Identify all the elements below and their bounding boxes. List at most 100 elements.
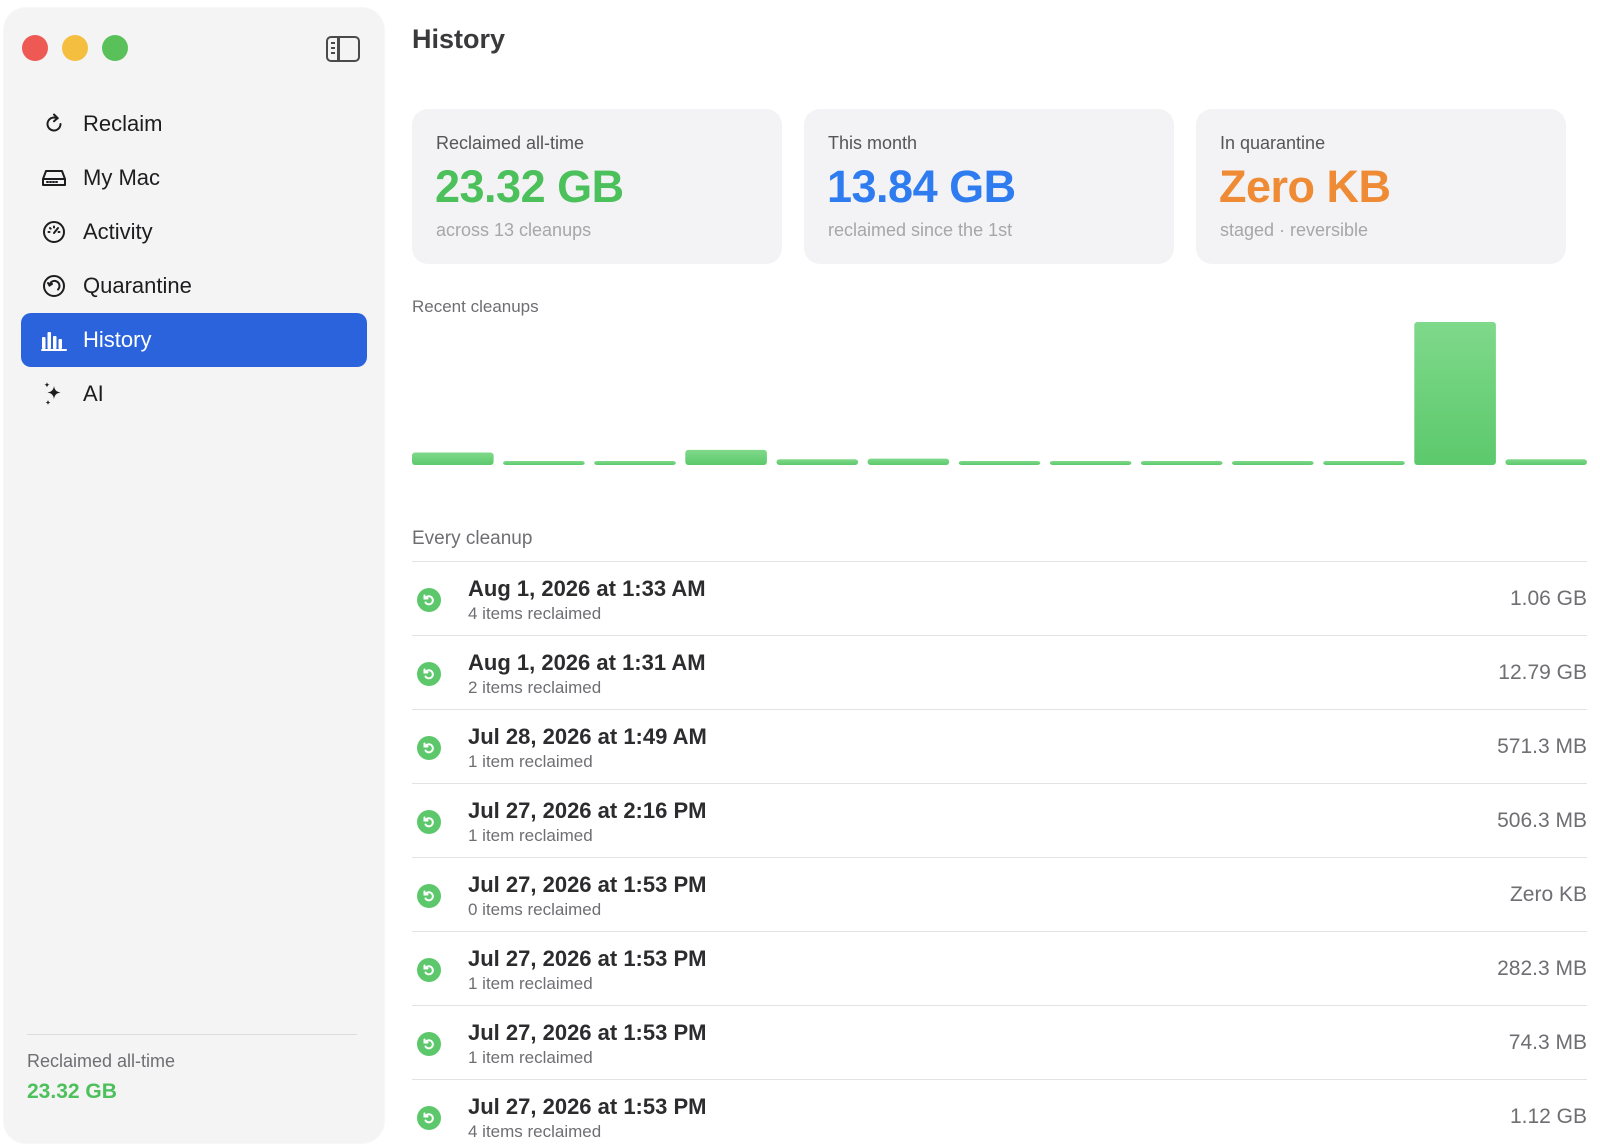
card-value: 23.32 GB <box>435 161 624 212</box>
cleanup-date: Jul 27, 2026 at 1:53 PM <box>468 1020 707 1045</box>
recent-cleanups-label: Recent cleanups <box>412 297 539 316</box>
card-this-month: This month 13.84 GB reclaimed since the … <box>804 109 1174 264</box>
card-in-quarantine: In quarantine Zero KB staged · reversibl… <box>1196 109 1566 264</box>
gauge-icon <box>41 219 67 245</box>
chart-bar[interactable] <box>776 459 859 465</box>
cleanup-size: 1.12 GB <box>1509 1105 1587 1128</box>
chart-bar[interactable] <box>958 461 1041 465</box>
restore-icon <box>417 662 441 686</box>
restore-icon <box>417 588 441 612</box>
page-title: History <box>412 24 506 54</box>
card-subtitle: across 13 cleanups <box>436 220 592 240</box>
cleanup-list: Aug 1, 2026 at 1:33 AM 4 items reclaimed 1… <box>412 561 1587 1147</box>
main-content: History Reclaimed all-time 23.32 GB acro… <box>412 0 1587 1147</box>
sidebar-item-quarantine[interactable]: Quarantine <box>21 259 367 313</box>
cleanup-date: Jul 27, 2026 at 1:53 PM <box>468 872 707 897</box>
bar-chart-icon <box>41 327 67 353</box>
cleanup-date: Jul 27, 2026 at 1:53 PM <box>468 1094 707 1119</box>
cleanup-date: Aug 1, 2026 at 1:31 AM <box>468 650 706 675</box>
sparkles-icon <box>41 381 67 407</box>
cleanup-date: Aug 1, 2026 at 1:33 AM <box>468 576 706 601</box>
chart-bar[interactable] <box>1505 459 1587 465</box>
card-value: 13.84 GB <box>827 161 1016 212</box>
list-item[interactable]: Jul 28, 2026 at 1:49 AM 1 item reclaimed 5… <box>412 709 1587 783</box>
cleanup-date: Jul 28, 2026 at 1:49 AM <box>468 724 707 749</box>
cleanup-size: Zero KB <box>1509 883 1587 906</box>
cleanup-size: 74.3 MB <box>1508 1031 1587 1054</box>
recent-cleanups-chart <box>412 322 1587 466</box>
card-label: Reclaimed all-time <box>436 133 585 153</box>
card-subtitle: reclaimed since the 1st <box>828 220 1013 240</box>
cleanup-size: 12.79 GB <box>1498 661 1587 684</box>
chart-bar[interactable] <box>594 461 676 465</box>
summary-cards: Reclaimed all-time 23.32 GB across 13 cl… <box>412 109 1566 264</box>
cleanup-date: Jul 27, 2026 at 2:16 PM <box>468 798 707 823</box>
chart-bar[interactable] <box>1049 461 1132 465</box>
restore-icon <box>417 736 441 760</box>
list-item[interactable]: Aug 1, 2026 at 1:31 AM 2 items reclaimed 1… <box>412 635 1587 709</box>
list-item[interactable]: Aug 1, 2026 at 1:33 AM 4 items reclaimed 1… <box>412 561 1587 635</box>
chart-bar[interactable] <box>685 449 767 465</box>
card-subtitle: staged · reversible <box>1220 220 1369 240</box>
restore-clock-icon <box>41 273 67 299</box>
cleanup-size: 506.3 MB <box>1497 809 1587 832</box>
list-item[interactable]: Jul 27, 2026 at 1:53 PM 0 items reclaimed… <box>412 857 1587 931</box>
list-item[interactable]: Jul 27, 2026 at 2:16 PM 1 item reclaimed 5… <box>412 783 1587 857</box>
sidebar-toggle-icon[interactable] <box>326 36 360 62</box>
cleanup-date: Jul 27, 2026 at 1:53 PM <box>468 946 707 971</box>
restore-icon <box>417 1106 441 1130</box>
cleanup-count: 0 items reclaimed <box>468 900 602 919</box>
card-value: Zero KB <box>1219 161 1391 212</box>
sidebar-item-reclaim[interactable]: Reclaim <box>21 97 367 151</box>
chart-bar[interactable] <box>503 461 585 465</box>
sidebar-item-ai[interactable]: AI <box>21 367 367 421</box>
zoom-window-button[interactable] <box>102 35 128 61</box>
sidebar-item-label: AI <box>83 381 104 406</box>
refresh-icon <box>41 111 67 137</box>
restore-icon <box>417 958 441 982</box>
cleanup-count: 2 items reclaimed <box>468 678 602 697</box>
list-item[interactable]: Jul 27, 2026 at 1:53 PM 1 item reclaimed 7… <box>412 1005 1587 1079</box>
card-label: In quarantine <box>1220 133 1326 153</box>
cleanup-count: 1 item reclaimed <box>468 752 593 771</box>
sidebar-item-label: My Mac <box>83 165 160 190</box>
sidebar-item-label: Activity <box>83 219 153 244</box>
sidebar-item-activity[interactable]: Activity <box>21 205 367 259</box>
restore-icon <box>417 884 441 908</box>
chart-bar[interactable] <box>1414 322 1496 465</box>
sidebar-item-label: Quarantine <box>83 273 192 298</box>
every-cleanup-label: Every cleanup <box>412 528 533 549</box>
restore-icon <box>417 810 441 834</box>
cleanup-count: 1 item reclaimed <box>468 826 593 845</box>
cleanup-size: 571.3 MB <box>1497 735 1587 758</box>
app-window: Reclaim My Mac Activity Quarantine Histo… <box>0 0 1600 1147</box>
card-label: This month <box>828 133 918 153</box>
cleanup-count: 1 item reclaimed <box>468 974 593 993</box>
sidebar: Reclaim My Mac Activity Quarantine Histo… <box>4 8 384 1143</box>
cleanup-size: 1.06 GB <box>1509 587 1587 610</box>
restore-icon <box>417 1032 441 1056</box>
chart-bar[interactable] <box>1232 461 1314 465</box>
minimize-window-button[interactable] <box>62 35 88 61</box>
card-reclaimed-all-time: Reclaimed all-time 23.32 GB across 13 cl… <box>412 109 782 264</box>
footer-label: Reclaimed all-time <box>27 1051 176 1071</box>
cleanup-count: 4 items reclaimed <box>468 604 602 623</box>
footer-value: 23.32 GB <box>27 1080 117 1103</box>
chart-bar[interactable] <box>1323 461 1405 465</box>
chart-bar[interactable] <box>867 458 950 465</box>
close-window-button[interactable] <box>22 35 48 61</box>
drive-icon <box>41 165 67 191</box>
sidebar-nav: Reclaim My Mac Activity Quarantine Histo… <box>21 97 367 421</box>
chart-bar[interactable] <box>1140 461 1223 465</box>
sidebar-footer: Reclaimed all-time 23.32 GB <box>27 1034 357 1104</box>
list-item[interactable]: Jul 27, 2026 at 1:53 PM 4 items reclaimed… <box>412 1079 1587 1147</box>
sidebar-item-label: History <box>83 327 152 352</box>
list-item[interactable]: Jul 27, 2026 at 1:53 PM 1 item reclaimed 2… <box>412 931 1587 1005</box>
sidebar-item-my-mac[interactable]: My Mac <box>21 151 367 205</box>
chart-bar[interactable] <box>412 452 494 466</box>
cleanup-count: 4 items reclaimed <box>468 1122 602 1141</box>
cleanup-size: 282.3 MB <box>1497 957 1587 980</box>
cleanup-count: 1 item reclaimed <box>468 1048 593 1067</box>
sidebar-item-label: Reclaim <box>83 111 163 136</box>
sidebar-item-history[interactable]: History <box>21 313 367 367</box>
